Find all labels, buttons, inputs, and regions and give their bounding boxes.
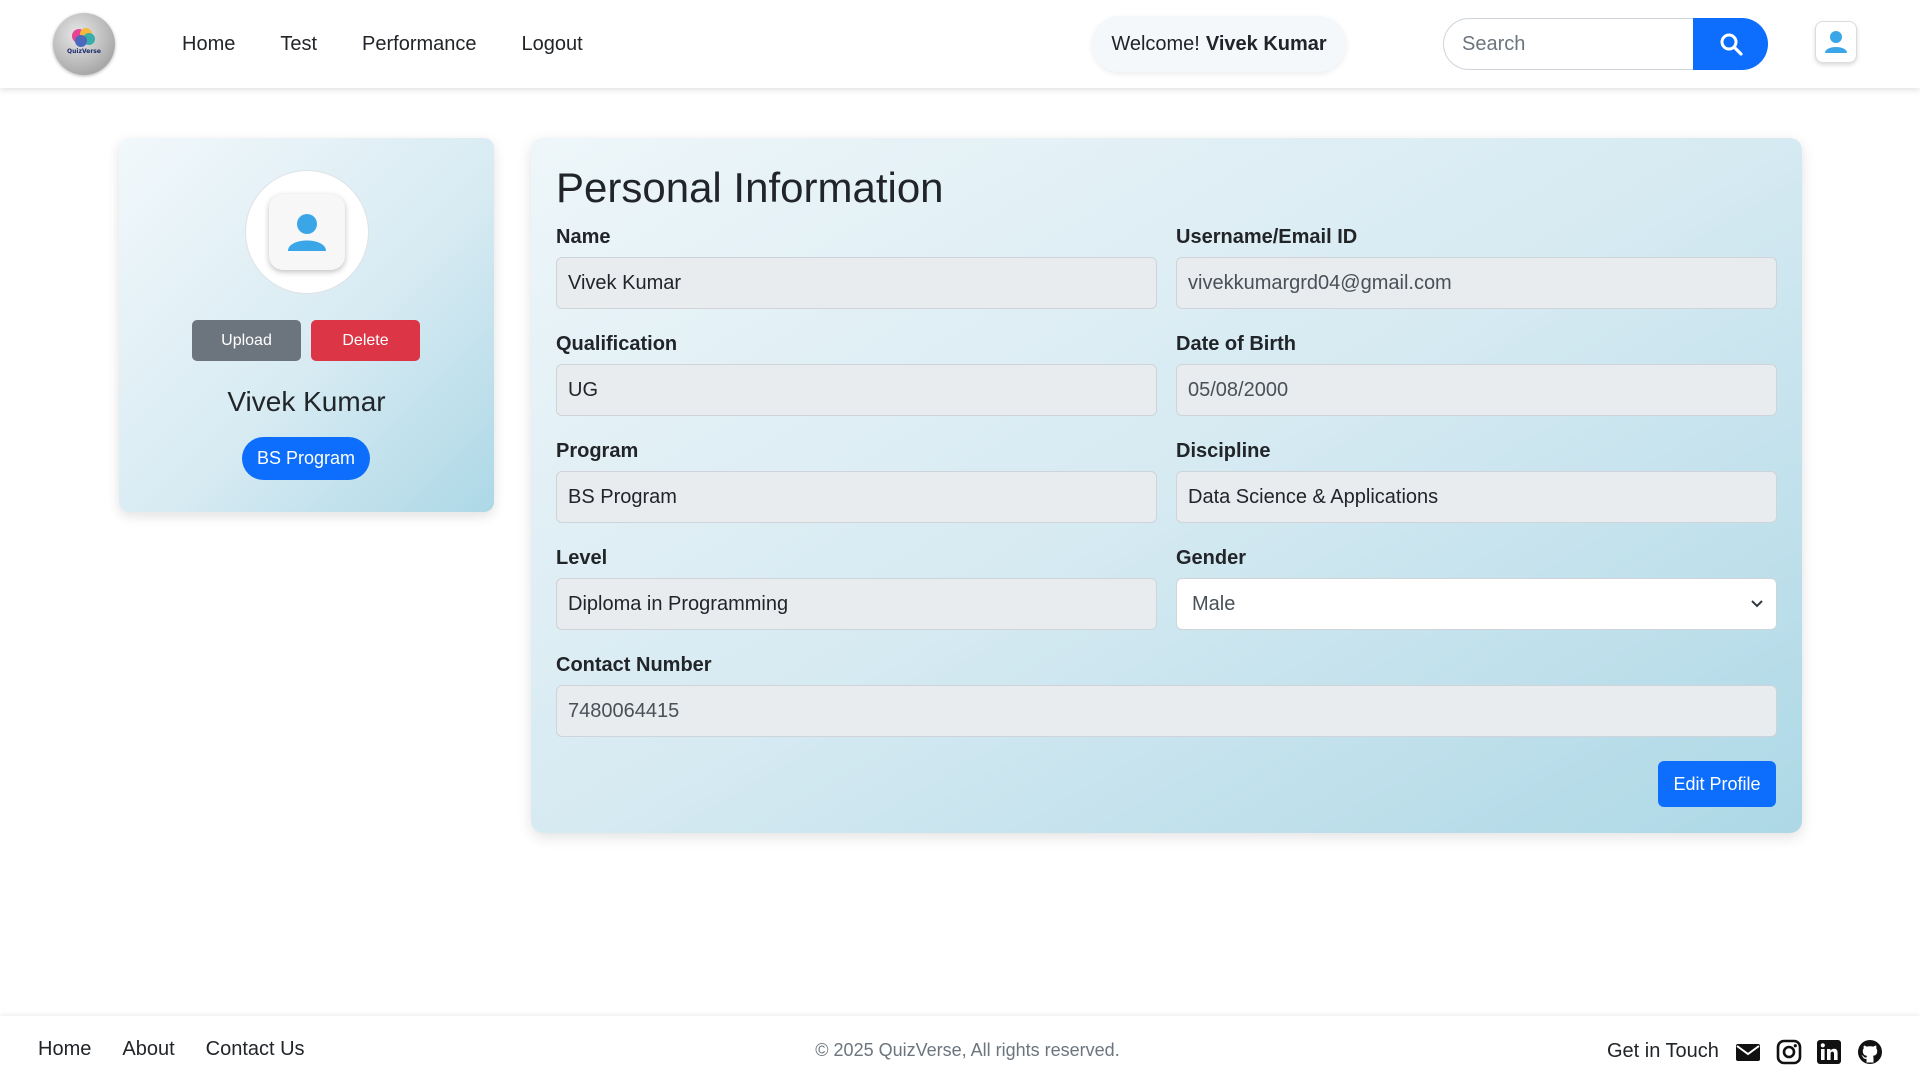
main-nav: Home Test Performance Logout: [182, 0, 628, 88]
contact-field[interactable]: 7480064415: [556, 685, 1777, 737]
quizverse-logo[interactable]: QuizVerse: [53, 13, 115, 75]
gender-selected-value: Male: [1192, 592, 1236, 615]
user-avatar-icon: [288, 214, 326, 251]
email-label: Username/Email ID: [1176, 226, 1358, 248]
avatar-frame: [269, 194, 345, 270]
search-button[interactable]: [1693, 18, 1768, 70]
nav-logout[interactable]: Logout: [522, 33, 583, 56]
level-field[interactable]: Diploma in Programming: [556, 578, 1157, 630]
chevron-down-icon: [1751, 600, 1763, 608]
top-navbar: QuizVerse Home Test Performance Logout W…: [0, 0, 1920, 88]
search-icon: [1720, 33, 1743, 56]
profile-card: Upload Delete Vivek Kumar BS Program: [119, 138, 494, 512]
get-in-touch-label: Get in Touch: [1607, 1040, 1719, 1062]
dob-field[interactable]: 05/08/2000: [1176, 364, 1777, 416]
brain-logo-icon: [72, 28, 95, 47]
avatar: [245, 170, 369, 294]
user-icon: [1825, 31, 1847, 53]
name-field[interactable]: Vivek Kumar: [556, 257, 1157, 309]
welcome-prefix: Welcome!: [1111, 32, 1200, 55]
search-input[interactable]: [1443, 18, 1693, 70]
user-menu-button[interactable]: [1815, 21, 1857, 63]
upload-button[interactable]: Upload: [192, 320, 301, 361]
program-label: Program: [556, 440, 639, 462]
contact-label: Contact Number: [556, 654, 712, 676]
footer: Home About Contact Us © 2025 QuizVerse, …: [0, 1016, 1920, 1080]
discipline-label: Discipline: [1176, 440, 1271, 462]
welcome-badge: Welcome! Vivek Kumar: [1092, 16, 1346, 72]
gender-select[interactable]: Male: [1176, 578, 1777, 630]
name-label: Name: [556, 226, 611, 248]
dob-label: Date of Birth: [1176, 333, 1296, 355]
qualification-label: Qualification: [556, 333, 678, 355]
github-icon[interactable]: [1857, 1039, 1883, 1065]
page-title: Personal Information: [556, 164, 944, 211]
qualification-field[interactable]: UG: [556, 364, 1157, 416]
linkedin-icon[interactable]: [1816, 1039, 1842, 1065]
nav-home[interactable]: Home: [182, 33, 235, 56]
nav-performance[interactable]: Performance: [362, 33, 477, 56]
nav-test[interactable]: Test: [280, 33, 317, 56]
delete-button[interactable]: Delete: [311, 320, 420, 361]
discipline-field[interactable]: Data Science & Applications: [1176, 471, 1777, 523]
welcome-username: Vivek Kumar: [1205, 32, 1327, 55]
profile-name: Vivek Kumar: [227, 386, 386, 417]
program-field[interactable]: BS Program: [556, 471, 1157, 523]
email-field[interactable]: vivekkumargrd04@gmail.com: [1176, 257, 1777, 309]
program-badge: BS Program: [242, 437, 370, 480]
search-bar: [1443, 18, 1768, 70]
gender-label: Gender: [1176, 547, 1247, 569]
personal-info-card: Personal Information Name Vivek Kumar Us…: [531, 138, 1802, 833]
level-label: Level: [556, 547, 608, 569]
mail-icon[interactable]: [1735, 1039, 1761, 1065]
instagram-icon[interactable]: [1776, 1039, 1802, 1065]
edit-profile-button[interactable]: Edit Profile: [1658, 761, 1776, 807]
